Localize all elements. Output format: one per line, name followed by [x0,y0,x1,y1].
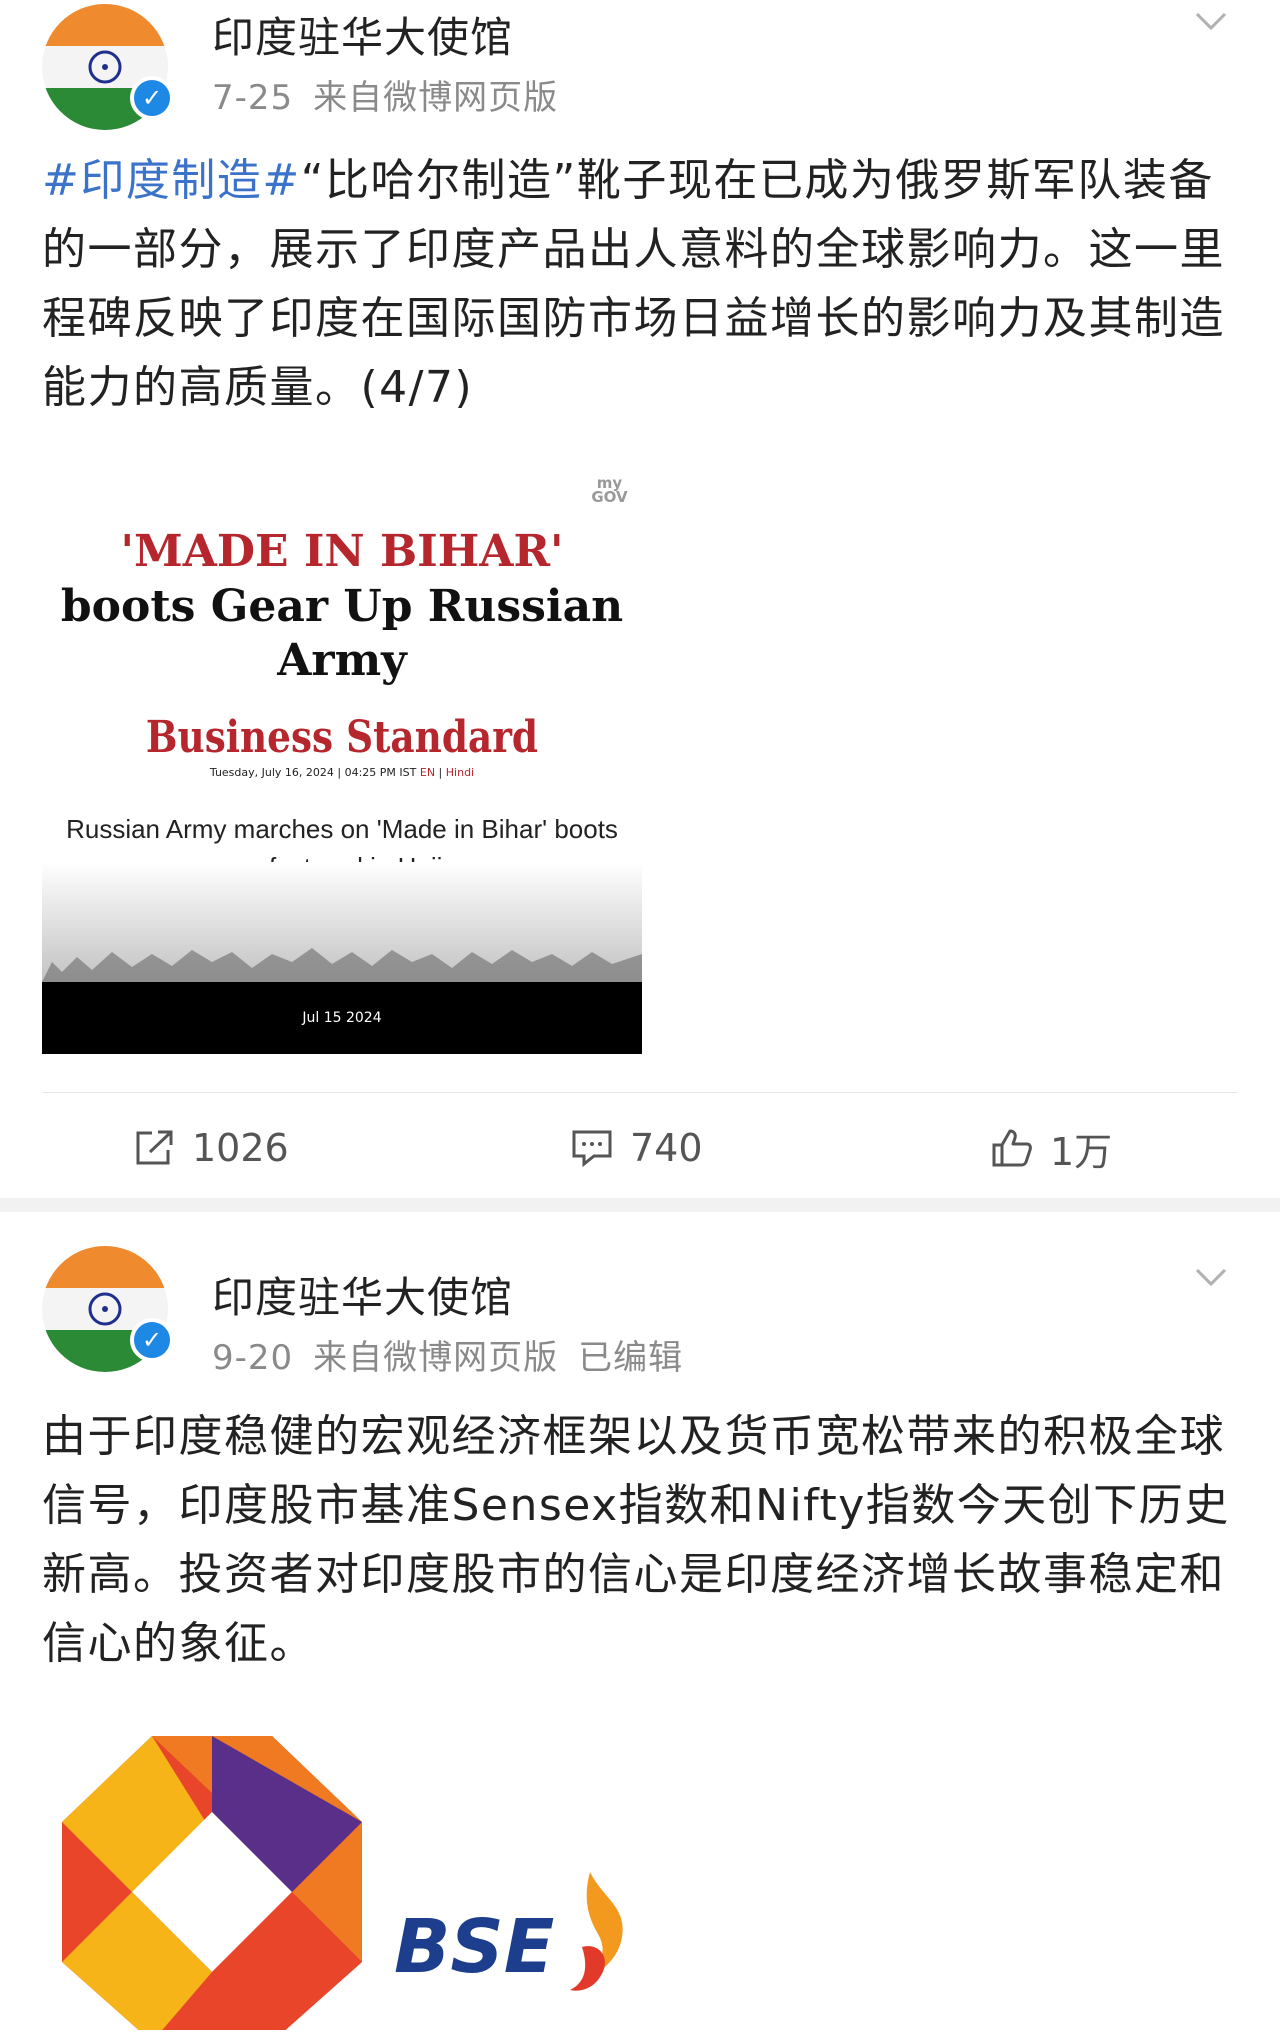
weibo-post: ✓ 印度驻华大使馆 9-20 来自微博网页版 已编辑 由于印度稳健的宏观经济框架以及… [0,1212,1280,2034]
post-source: 来自微博网页版 [313,1338,559,1378]
author-name[interactable]: 印度驻华大使馆 [212,4,513,65]
post-source: 来自微博网页版 [313,78,559,118]
hashtag-link[interactable]: #印度制造# [42,155,301,206]
image-footer-date: Jul 15 2024 [302,1010,382,1026]
lang-en: EN [419,766,436,779]
post-meta: 9-20 来自微博网页版 已编辑 [212,1330,703,1379]
thumbs-up-icon [992,1129,1032,1167]
post-meta: 7-25 来自微博网页版 [212,70,578,119]
author-name[interactable]: 印度驻华大使馆 [212,1264,513,1325]
post-text: #印度制造#“比哈尔制造”靴子现在已成为俄罗斯军队装备的一部分，展示了印度产品出… [42,146,1242,422]
comment-count: 740 [630,1126,703,1170]
weibo-post: ✓ 印度驻华大使馆 7-25 来自微博网页版 #印度制造#“比哈尔制造”靴子现在已… [0,0,1280,1198]
comment-button[interactable]: 740 [570,1123,703,1173]
like-count: 1万 [1050,1129,1113,1174]
image-headline-black: boots Gear Up Russian Army [60,581,624,686]
share-icon [136,1130,173,1165]
marching-soldiers-image [42,862,642,992]
action-bar: 1026 740 1万 [42,1092,1238,1199]
repost-count: 1026 [192,1126,289,1170]
image-headline-red: 'MADE IN BIHAR' [120,526,564,577]
repost-button[interactable]: 1026 [132,1123,289,1173]
chevron-down-icon[interactable] [1194,1260,1228,1294]
verified-badge-icon: ✓ [130,1318,174,1362]
post-image[interactable]: BSE [42,1722,1238,2034]
post-date: 9-20 [212,1338,294,1378]
like-button[interactable]: 1万 [990,1123,1113,1174]
image-dateline: Tuesday, July 16, 2024 | 04:25 PM IST EN… [209,766,475,779]
bse-logo-image: BSE [62,1736,623,2034]
dateline-text: Tuesday, July 16, 2024 | 04:25 PM IST [209,766,417,779]
edited-label[interactable]: 已编辑 [578,1338,683,1378]
image-brand: Business Standard [145,712,539,763]
mygov-logo: my GOV [591,474,628,506]
post-divider [0,1198,1280,1212]
lang-hindi: Hindi [445,766,475,779]
verified-badge-icon: ✓ [130,76,174,120]
post-body: 由于印度稳健的宏观经济框架以及货币宽松带来的积极全球信号，印度股市基准Sense… [42,1411,1230,1669]
chevron-down-icon[interactable] [1194,4,1228,38]
post-date: 7-25 [212,78,294,118]
post-image[interactable]: my GOV 'MADE IN BIHAR' boots Gear Up Rus… [42,462,642,1054]
bse-wordmark: BSE [394,1904,554,1990]
comment-icon [572,1130,612,1168]
